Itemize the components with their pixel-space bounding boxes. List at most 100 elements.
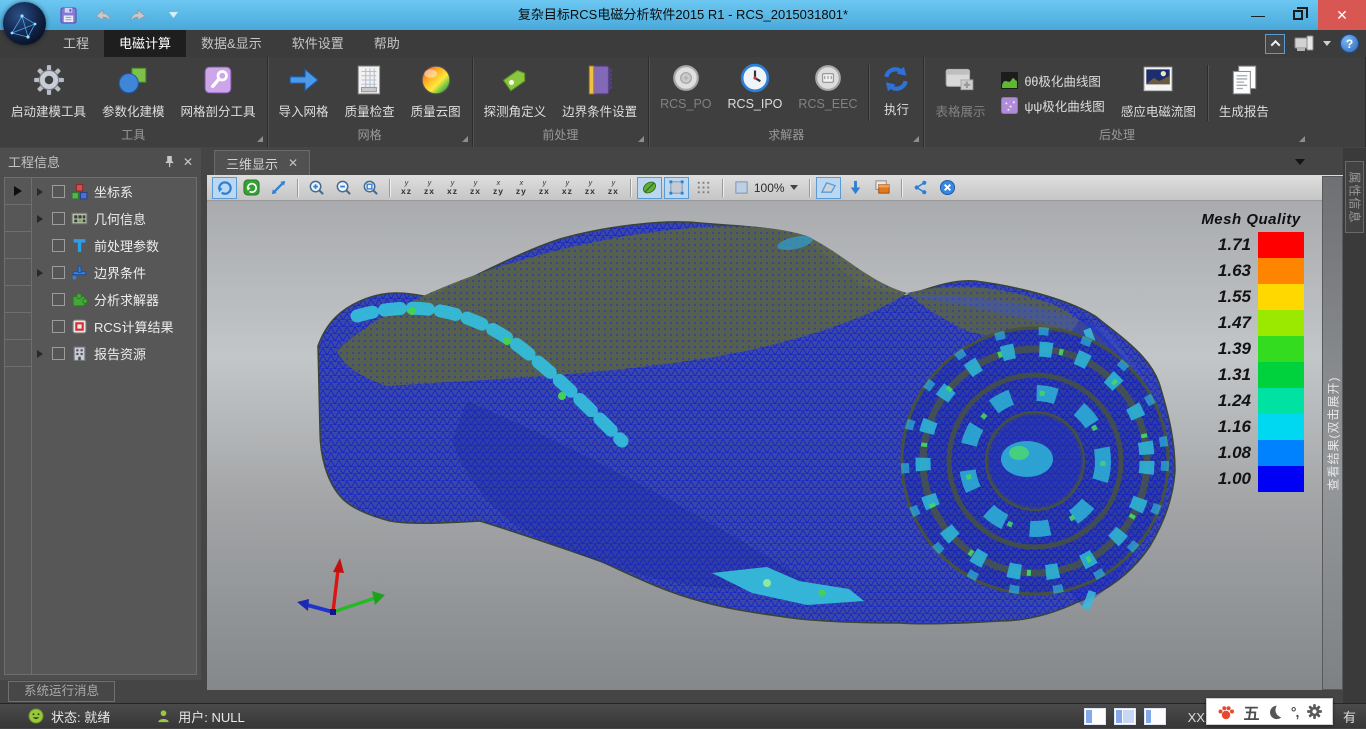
menu-tab-help[interactable]: 帮助 bbox=[359, 30, 415, 57]
rcs-po-button[interactable]: RCS_PO bbox=[652, 59, 719, 127]
tree-item-report-resources[interactable]: 报告资源 bbox=[32, 340, 196, 367]
axis-view-button-3[interactable]: yxz bbox=[442, 177, 463, 199]
redo-button[interactable] bbox=[128, 5, 148, 25]
ime-paw-icon[interactable] bbox=[1216, 703, 1236, 721]
help-button[interactable]: ? bbox=[1340, 34, 1359, 53]
collapse-ribbon-button[interactable] bbox=[1265, 34, 1285, 54]
axis-view-button-10[interactable]: yzx bbox=[603, 177, 624, 199]
rcs-eec-button[interactable]: RCS_EEC bbox=[790, 59, 865, 127]
flat-square-icon bbox=[668, 179, 685, 196]
import-mesh-button[interactable]: 导入网格 bbox=[271, 59, 337, 127]
clip-plane-button[interactable] bbox=[816, 177, 841, 199]
tree-item-analysis-solver[interactable]: 分析求解器 bbox=[32, 286, 196, 313]
axis-view-button-5[interactable]: xzy bbox=[488, 177, 509, 199]
axis-view-button-6[interactable]: xzy bbox=[511, 177, 532, 199]
project-panel-close-button[interactable]: ✕ bbox=[183, 155, 193, 169]
layout-narrow-panel-icon[interactable] bbox=[1144, 708, 1166, 725]
pan-zoom-button[interactable] bbox=[266, 177, 291, 199]
axis-view-button-9[interactable]: yzx bbox=[580, 177, 601, 199]
shaded-render-button[interactable] bbox=[637, 177, 662, 199]
flat-surface-button[interactable] bbox=[664, 177, 689, 199]
share-flow-button[interactable] bbox=[908, 177, 933, 199]
checkbox[interactable] bbox=[52, 185, 65, 198]
induced-current-map-button[interactable]: 感应电磁流图 bbox=[1113, 59, 1204, 127]
expander[interactable] bbox=[37, 269, 46, 277]
parametric-modeling-button[interactable]: 参数化建模 bbox=[94, 59, 173, 127]
ime-punctuation-mode[interactable]: °, bbox=[1291, 704, 1299, 720]
tree-item-geometry-info[interactable]: 几何信息 bbox=[32, 205, 196, 232]
minimize-button[interactable]: — bbox=[1238, 0, 1278, 30]
window-layers-button[interactable] bbox=[870, 177, 895, 199]
ime-moon-icon[interactable] bbox=[1267, 704, 1283, 720]
rcs-ipo-button[interactable]: RCS_IPO bbox=[720, 59, 791, 127]
device-caret-icon[interactable] bbox=[1323, 41, 1331, 46]
tree-item-preprocess-params[interactable]: 前处理参数 bbox=[32, 232, 196, 259]
ime-gear-icon[interactable] bbox=[1306, 703, 1323, 720]
start-modeling-tool-button[interactable]: 启动建模工具 bbox=[3, 59, 94, 127]
orbit-view-button[interactable] bbox=[239, 177, 264, 199]
checkbox[interactable] bbox=[52, 293, 65, 306]
zoom-fit-button[interactable] bbox=[358, 177, 383, 199]
tab-3d-display[interactable]: 三维显示 ✕ bbox=[214, 150, 310, 175]
axis-view-button-7[interactable]: yzx bbox=[534, 177, 555, 199]
restore-button[interactable] bbox=[1278, 0, 1318, 30]
save-button[interactable] bbox=[58, 5, 78, 25]
system-messages-tab[interactable]: 系统运行消息 bbox=[8, 681, 115, 702]
dialog-launcher-icon[interactable] bbox=[638, 136, 644, 142]
menu-tab-em-compute[interactable]: 电磁计算 bbox=[104, 30, 186, 57]
generate-report-button[interactable]: 生成报告 bbox=[1211, 59, 1277, 127]
boundary-condition-button[interactable]: 边界条件设置 bbox=[554, 59, 645, 127]
menu-tab-project[interactable]: 工程 bbox=[48, 30, 104, 57]
probe-angle-button[interactable]: 探测角定义 bbox=[476, 59, 555, 127]
tab-close-icon[interactable]: ✕ bbox=[288, 156, 298, 170]
tab-list-dropdown-icon[interactable] bbox=[1295, 159, 1305, 165]
qat-dropdown[interactable] bbox=[163, 5, 183, 25]
axis-view-button-1[interactable]: yxz bbox=[396, 177, 417, 199]
dialog-launcher-icon[interactable] bbox=[257, 136, 263, 142]
expander[interactable] bbox=[37, 188, 46, 196]
quality-check-button[interactable]: 质量检查 bbox=[337, 59, 403, 127]
legend-swatch bbox=[1258, 440, 1304, 466]
checkbox[interactable] bbox=[52, 320, 65, 333]
close-button[interactable]: ✕ bbox=[1318, 0, 1366, 30]
meshing-tool-button[interactable]: 网格剖分工具 bbox=[173, 59, 264, 127]
display-device-icon[interactable] bbox=[1294, 35, 1314, 53]
properties-panel-tab[interactable]: 属性信息 bbox=[1345, 161, 1364, 233]
tree-item-boundary-condition[interactable]: 边界条件 bbox=[32, 259, 196, 286]
rotate-view-button[interactable] bbox=[212, 177, 237, 199]
3d-viewport[interactable]: Mesh Quality 1.71 1.63 1.55 1.47 1.39 1.… bbox=[207, 201, 1322, 690]
theta-polarization-curve-button[interactable]: θθ极化曲线图 bbox=[1001, 71, 1104, 90]
run-button[interactable]: 执行 bbox=[872, 59, 920, 127]
dialog-launcher-icon[interactable] bbox=[913, 136, 919, 142]
zoom-in-button[interactable] bbox=[304, 177, 329, 199]
layout-split-panel-icon[interactable] bbox=[1114, 708, 1136, 725]
axis-view-button-4[interactable]: yzx bbox=[465, 177, 486, 199]
checkbox[interactable] bbox=[52, 239, 65, 252]
axis-view-button-8[interactable]: yxz bbox=[557, 177, 578, 199]
layout-left-panel-icon[interactable] bbox=[1084, 708, 1106, 725]
pin-icon[interactable] bbox=[164, 155, 175, 168]
checkbox[interactable] bbox=[52, 347, 65, 360]
quality-cloud-button[interactable]: 质量云图 bbox=[403, 59, 469, 127]
checkbox[interactable] bbox=[52, 212, 65, 225]
tree-item-rcs-results[interactable]: RCS计算结果 bbox=[32, 313, 196, 340]
axis-view-button-2[interactable]: yzx bbox=[419, 177, 440, 199]
results-collapsed-panel[interactable]: 查看结果(双击展开) bbox=[1322, 176, 1343, 690]
expander[interactable] bbox=[37, 215, 46, 223]
drop-view-button[interactable] bbox=[843, 177, 868, 199]
wireframe-points-button[interactable] bbox=[691, 177, 716, 199]
menu-tab-settings[interactable]: 软件设置 bbox=[277, 30, 359, 57]
ime-wubi-mode[interactable]: 五 bbox=[1244, 700, 1260, 724]
undo-button[interactable] bbox=[93, 5, 113, 25]
menu-tab-data-display[interactable]: 数据&显示 bbox=[186, 30, 277, 57]
zoom-out-button[interactable] bbox=[331, 177, 356, 199]
expander[interactable] bbox=[37, 350, 46, 358]
table-display-button[interactable]: 表格展示 bbox=[927, 59, 993, 127]
close-view-button[interactable] bbox=[935, 177, 960, 199]
checkbox[interactable] bbox=[52, 266, 65, 279]
dialog-launcher-icon[interactable] bbox=[1299, 136, 1305, 142]
psi-polarization-curve-button[interactable]: ψψ极化曲线图 bbox=[1001, 96, 1104, 115]
tree-item-coordinate-system[interactable]: 坐标系 bbox=[32, 178, 196, 205]
dialog-launcher-icon[interactable] bbox=[462, 136, 468, 142]
zoom-level-select[interactable]: 100% bbox=[729, 180, 803, 195]
